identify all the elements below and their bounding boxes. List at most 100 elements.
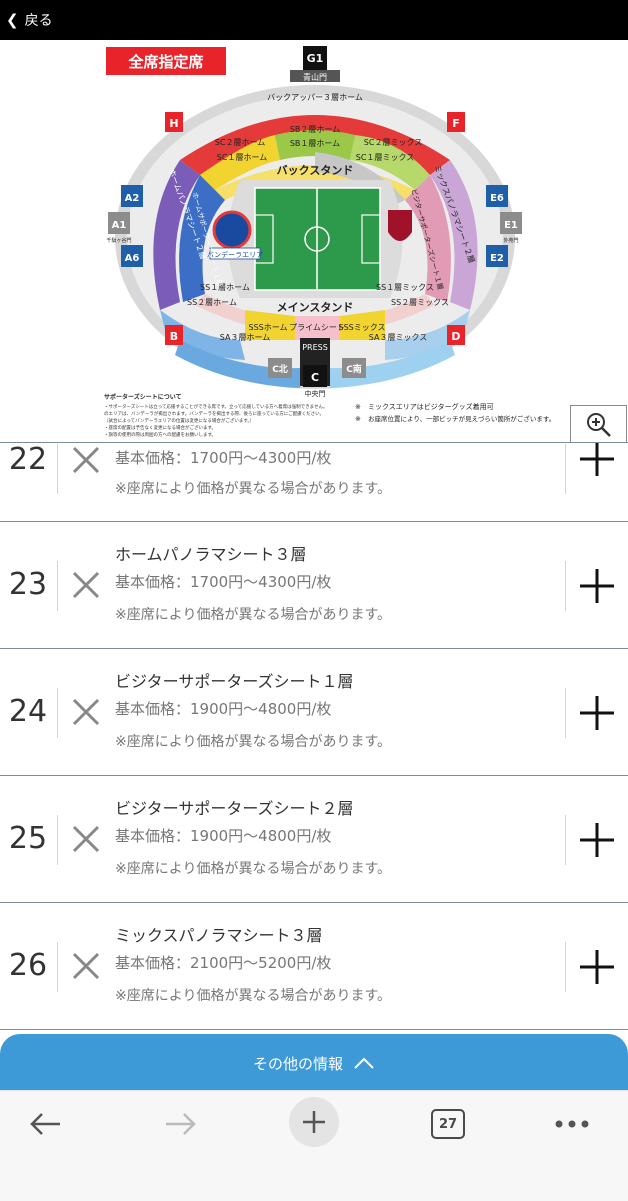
gate-c: C 中央門 bbox=[303, 365, 327, 398]
svg-text:G1: G1 bbox=[307, 52, 324, 65]
seat-row: 23 ホームパノラマシート３層 基本価格：1700円〜4300円/枚 ※座席によ… bbox=[0, 523, 628, 649]
close-icon[interactable] bbox=[66, 692, 106, 732]
more-menu-button[interactable] bbox=[552, 1101, 592, 1147]
press-label: PRESS bbox=[302, 343, 328, 352]
svg-text:ミックスエリアはビジターグッズ着用可: ミックスエリアはビジターグッズ着用可 bbox=[368, 402, 494, 411]
gate-e6: E6 bbox=[486, 185, 508, 207]
close-icon[interactable] bbox=[66, 442, 106, 480]
sss-home-label: SSSホーム bbox=[249, 323, 288, 332]
gate-b: B bbox=[165, 325, 183, 345]
plus-icon[interactable] bbox=[576, 565, 618, 607]
svg-text:・旗等の使用の際は周囲の方への配慮をお願いします。: ・旗等の使用の際は周囲の方への配慮をお願いします。 bbox=[104, 431, 216, 438]
close-icon[interactable] bbox=[66, 819, 106, 859]
svg-text:B: B bbox=[170, 330, 178, 343]
svg-text:C: C bbox=[311, 371, 319, 384]
stadium-map-graphic: 全席指定席 PRESS バンデーラエリア バックスタンド メインスタンド バック… bbox=[104, 46, 555, 438]
seat-row: 22 基本価格：1700円〜4300円/枚 ※座席により価格が異なる場合がありま… bbox=[0, 442, 628, 522]
svg-text:青山門: 青山門 bbox=[303, 72, 327, 82]
sb1-label: SB１層ホーム bbox=[290, 139, 340, 148]
seat-note: ※座席により価格が異なる場合があります。 bbox=[115, 734, 392, 750]
new-tab-button[interactable] bbox=[289, 1097, 339, 1147]
gate-f: F bbox=[447, 112, 465, 132]
browser-back-button[interactable] bbox=[22, 1101, 70, 1147]
gate-e1: E1 外苑門 bbox=[500, 212, 522, 244]
seat-name: ビジターサポーターズシート１層 bbox=[115, 672, 354, 691]
tab-count-badge: 27 bbox=[431, 1109, 465, 1139]
plus-icon[interactable] bbox=[576, 819, 618, 861]
svg-text:E1: E1 bbox=[504, 220, 518, 231]
svg-text:お座席位置により、一部ピッチが見えづらい箇所がございます。: お座席位置により、一部ピッチが見えづらい箇所がございます。 bbox=[368, 414, 555, 423]
seat-price: 基本価格：1700円〜4300円/枚 bbox=[115, 573, 332, 591]
sa3-mix-label: SA３層ミックス bbox=[369, 333, 427, 342]
zoom-in-icon bbox=[586, 413, 611, 437]
seat-number: 25 bbox=[8, 821, 48, 856]
seat-number: 22 bbox=[8, 442, 48, 477]
seat-name: ビジターサポーターズシート２層 bbox=[115, 799, 354, 818]
ss2-home-label: SS２層ホーム bbox=[187, 298, 237, 307]
svg-text:千駄ヶ谷門: 千駄ヶ谷門 bbox=[106, 237, 131, 244]
svg-text:H: H bbox=[169, 117, 178, 130]
sb2-label: SB２層ホーム bbox=[290, 125, 340, 134]
gate-g1: G1 青山門 bbox=[290, 46, 340, 82]
more-dots-icon bbox=[555, 1120, 589, 1128]
chevron-up-icon bbox=[354, 1057, 374, 1069]
tabs-button[interactable]: 27 bbox=[430, 1101, 466, 1147]
sc2-mix-label: SC２層ミックス bbox=[364, 138, 422, 147]
seat-name: ミックスパノラマシート３層 bbox=[115, 926, 323, 945]
svg-text:※: ※ bbox=[355, 415, 361, 423]
seat-number: 23 bbox=[8, 567, 48, 602]
gate-c-south: C南 bbox=[342, 358, 366, 378]
close-icon[interactable] bbox=[66, 565, 106, 605]
gate-h: H bbox=[165, 112, 183, 132]
visitor-emblem bbox=[388, 210, 412, 241]
svg-text:C南: C南 bbox=[346, 363, 362, 375]
seat-row: 26 ミックスパノラマシート３層 基本価格：2100円〜5200円/枚 ※座席に… bbox=[0, 904, 628, 1030]
seat-price: 基本価格：1900円〜4800円/枚 bbox=[115, 700, 332, 718]
ss1-home-label: SS１層ホーム bbox=[200, 283, 250, 292]
main-stand-label: メインスタンド bbox=[277, 301, 354, 314]
plus-icon[interactable] bbox=[576, 442, 618, 480]
back-button[interactable]: ❮ 戻る bbox=[6, 10, 53, 30]
svg-text:E6: E6 bbox=[490, 193, 504, 204]
sa3-home-label: SA３層ホーム bbox=[220, 333, 270, 342]
ss2-mix-label: SS２層ミックス bbox=[391, 298, 449, 307]
sc1-mix-label: SC１層ミックス bbox=[356, 153, 414, 162]
gate-c-north: C北 bbox=[268, 358, 292, 378]
svg-text:外苑門: 外苑門 bbox=[503, 237, 518, 244]
notes-title: サポーターズシートについて bbox=[104, 393, 182, 401]
more-info-tab[interactable]: その他の情報 bbox=[0, 1034, 628, 1092]
badge-text: 全席指定席 bbox=[127, 53, 203, 71]
zoom-controls bbox=[570, 405, 627, 442]
more-info-label: その他の情報 bbox=[252, 1054, 343, 1073]
stadium-map[interactable]: 全席指定席 PRESS バンデーラエリア バックスタンド メインスタンド バック… bbox=[0, 40, 628, 442]
seat-row: 24 ビジターサポーターズシート１層 基本価格：1900円〜4800円/枚 ※座… bbox=[0, 650, 628, 776]
ss1-mix-label: SS１層ミックス bbox=[376, 283, 434, 292]
svg-text:（試合によってバンデーラエリアの位置は変更になる場合がござい: （試合によってバンデーラエリアの位置は変更になる場合がございます。） bbox=[104, 417, 254, 424]
new-tab-circle bbox=[289, 1097, 339, 1147]
sc2-home-label: SC２層ホーム bbox=[215, 138, 265, 147]
svg-text:のエリアは、バンデーラが掲出されます。バンデーラを掲出する際: のエリアは、バンデーラが掲出されます。バンデーラを掲出する際、後ろに座っている方… bbox=[104, 410, 324, 417]
chevron-left-icon: ❮ bbox=[6, 11, 19, 29]
browser-forward-button[interactable] bbox=[156, 1101, 204, 1147]
svg-text:※: ※ bbox=[355, 403, 361, 411]
home-emblem bbox=[212, 210, 252, 250]
back-upper-label: バックアッパー３層ホーム bbox=[267, 93, 363, 102]
seat-price: 基本価格：1700円〜4300円/枚 bbox=[115, 449, 332, 467]
seat-note: ※座席により価格が異なる場合があります。 bbox=[115, 481, 392, 497]
gate-a1: A1 千駄ヶ谷門 bbox=[106, 212, 132, 244]
top-bar: ❮ 戻る bbox=[0, 0, 628, 40]
gate-a6: A6 bbox=[121, 245, 143, 267]
plus-icon[interactable] bbox=[576, 692, 618, 734]
close-icon[interactable] bbox=[66, 946, 106, 986]
seat-number: 24 bbox=[8, 694, 48, 729]
arrow-left-icon bbox=[30, 1113, 60, 1135]
seat-price: 基本価格：2100円〜5200円/枚 bbox=[115, 954, 332, 972]
zoom-in-button[interactable] bbox=[571, 406, 626, 442]
plus-icon[interactable] bbox=[576, 946, 618, 988]
arrow-right-icon bbox=[166, 1113, 196, 1135]
svg-text:・座席の配置は予告なく変更になる場合がございます。: ・座席の配置は予告なく変更になる場合がございます。 bbox=[104, 424, 216, 431]
svg-text:F: F bbox=[452, 117, 460, 130]
svg-text:中央門: 中央門 bbox=[305, 389, 326, 398]
back-label: 戻る bbox=[24, 13, 53, 29]
svg-text:C北: C北 bbox=[272, 363, 288, 375]
